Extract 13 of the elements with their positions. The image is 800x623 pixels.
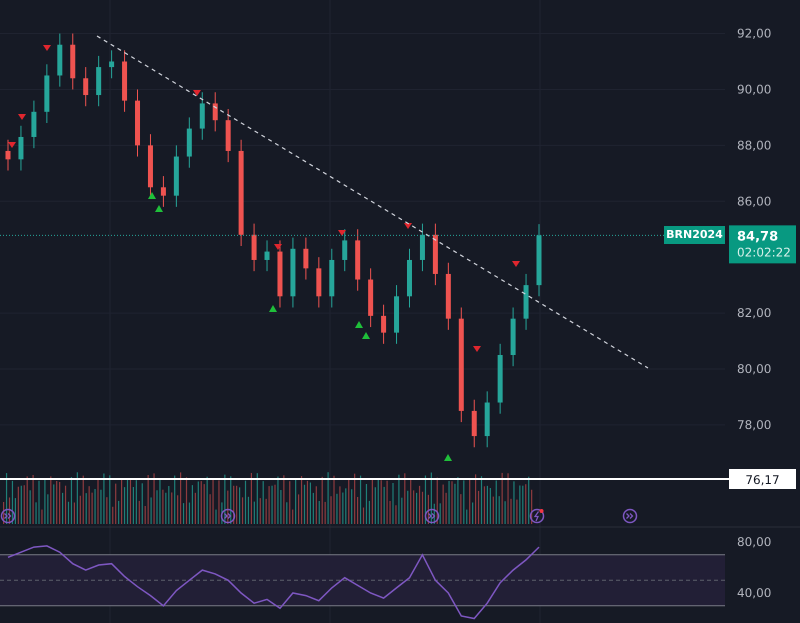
level-price: 76,17 (745, 473, 780, 487)
symbol-label: BRN2024 (664, 226, 725, 244)
rsi-axis-label: 80,00 (737, 535, 772, 550)
price-axis-label: 90,00 (737, 82, 772, 96)
rsi-axis-label: 40,00 (737, 586, 772, 600)
price-axis-label: 86,00 (737, 194, 772, 208)
countdown-timer: 02:02:22 (737, 245, 791, 260)
last-price: 84,78 (737, 229, 778, 244)
price-axis-label: 92,00 (737, 26, 772, 41)
price-axis-label: 78,00 (737, 418, 772, 432)
price-axis-label: 80,00 (737, 362, 772, 376)
price-axis-label: 82,00 (737, 306, 772, 320)
price-axis-label: 88,00 (737, 138, 772, 152)
